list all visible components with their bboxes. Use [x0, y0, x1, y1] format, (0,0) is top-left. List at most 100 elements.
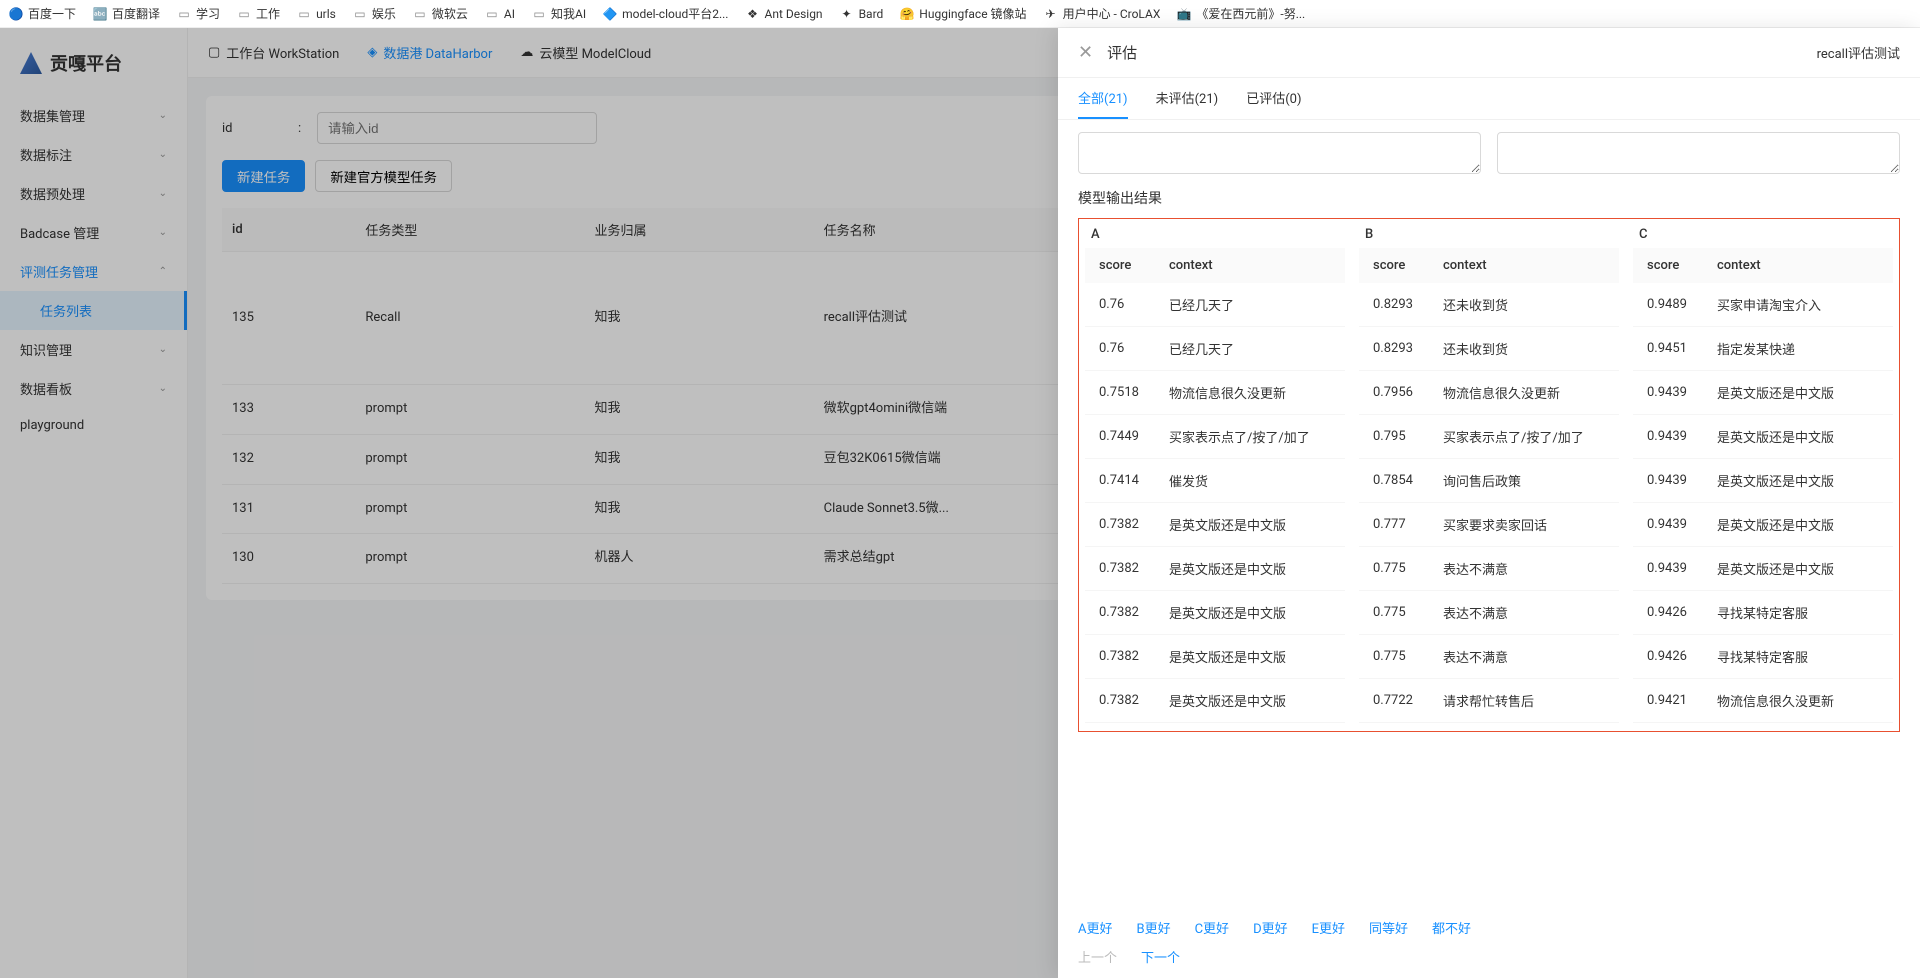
bookmark-item[interactable]: ▭知我AI	[531, 5, 586, 22]
result-row: 0.7382是英文版还是中文版	[1085, 635, 1345, 679]
th-context: context	[1429, 248, 1619, 283]
result-table: scorecontext0.76已经几天了0.76已经几天了0.7518物流信息…	[1085, 248, 1345, 723]
context-cell: 已经几天了	[1155, 327, 1345, 371]
bookmark-label: urls	[316, 7, 336, 21]
score-cell: 0.9439	[1633, 459, 1703, 503]
th-score: score	[1085, 248, 1155, 283]
bookmark-icon: 🔵	[8, 6, 24, 22]
app-container: 贡嘎平台 数据集管理⌄数据标注⌄数据预处理⌄Badcase 管理⌄评测任务管理⌃…	[0, 28, 1920, 978]
result-row: 0.9439是英文版还是中文版	[1633, 371, 1893, 415]
column-label: A	[1085, 227, 1345, 242]
context-cell: 买家表示点了/按了/加了	[1155, 415, 1345, 459]
score-cell: 0.777	[1359, 503, 1429, 547]
score-cell: 0.795	[1359, 415, 1429, 459]
next-button[interactable]: 下一个	[1141, 947, 1180, 966]
drawer-title: 评估	[1107, 42, 1137, 63]
bookmark-item[interactable]: ▭娱乐	[352, 5, 396, 22]
context-cell: 是英文版还是中文版	[1155, 679, 1345, 723]
results-wrap: Ascorecontext0.76已经几天了0.76已经几天了0.7518物流信…	[1078, 218, 1900, 732]
context-cell: 表达不满意	[1429, 635, 1619, 679]
choice-button[interactable]: C更好	[1195, 918, 1229, 937]
bookmark-item[interactable]: 🔷model-cloud平台2...	[602, 5, 728, 22]
bookmark-item[interactable]: 🔵百度一下	[8, 5, 76, 22]
textarea-right[interactable]	[1497, 132, 1900, 174]
context-cell: 是英文版还是中文版	[1155, 503, 1345, 547]
column-label: B	[1359, 227, 1619, 242]
bookmark-item[interactable]: 🤗Huggingface 镜像站	[899, 5, 1026, 22]
drawer-body: 模型输出结果 Ascorecontext0.76已经几天了0.76已经几天了0.…	[1058, 120, 1920, 906]
result-column: Bscorecontext0.8293还未收到货0.8293还未收到货0.795…	[1359, 227, 1619, 723]
bookmark-label: 《爱在西元前》-努...	[1196, 5, 1305, 22]
context-cell: 寻找某特定客服	[1703, 635, 1893, 679]
context-cell: 表达不满意	[1429, 547, 1619, 591]
result-row: 0.7414催发货	[1085, 459, 1345, 503]
textareas	[1078, 132, 1900, 174]
bookmark-item[interactable]: ✦Bard	[839, 6, 884, 22]
result-row: 0.7854询问售后政策	[1359, 459, 1619, 503]
score-cell: 0.7382	[1085, 547, 1155, 591]
drawer-header: ✕ 评估 recall评估测试	[1058, 28, 1920, 78]
result-row: 0.775表达不满意	[1359, 591, 1619, 635]
score-cell: 0.9489	[1633, 283, 1703, 327]
context-cell: 寻找某特定客服	[1703, 591, 1893, 635]
bookmark-label: 工作	[256, 5, 280, 22]
bookmarks-bar: 🔵百度一下 🔤百度翻译 ▭学习 ▭工作 ▭urls ▭娱乐 ▭微软云 ▭AI ▭知我AI 🔷mod…	[0, 0, 1920, 28]
bookmark-icon: ✦	[839, 6, 855, 22]
bookmark-item[interactable]: ❖Ant Design	[744, 6, 822, 22]
drawer-footer: A更好 B更好 C更好 D更好 E更好 同等好 都不好 上一个 下一个	[1058, 906, 1920, 978]
choice-button[interactable]: B更好	[1136, 918, 1170, 937]
bookmark-label: model-cloud平台2...	[622, 5, 728, 22]
bookmark-item[interactable]: ▭学习	[176, 5, 220, 22]
bookmark-item[interactable]: ▭工作	[236, 5, 280, 22]
score-cell: 0.775	[1359, 591, 1429, 635]
result-row: 0.7382是英文版还是中文版	[1085, 591, 1345, 635]
result-row: 0.9439是英文版还是中文版	[1633, 503, 1893, 547]
bookmark-icon: 🤗	[899, 6, 915, 22]
choice-button[interactable]: A更好	[1078, 918, 1112, 937]
bookmark-icon: 📺	[1176, 6, 1192, 22]
bookmark-icon: ❖	[744, 6, 760, 22]
score-cell: 0.9439	[1633, 547, 1703, 591]
score-cell: 0.8293	[1359, 327, 1429, 371]
context-cell: 是英文版还是中文版	[1703, 503, 1893, 547]
bookmark-item[interactable]: ▭urls	[296, 6, 336, 22]
choice-button[interactable]: 都不好	[1432, 918, 1471, 937]
result-row: 0.7382是英文版还是中文版	[1085, 547, 1345, 591]
result-row: 0.9439是英文版还是中文版	[1633, 459, 1893, 503]
close-icon[interactable]: ✕	[1078, 42, 1093, 63]
drawer-tabs: 全部(21) 未评估(21) 已评估(0)	[1058, 78, 1920, 120]
result-row: 0.775表达不满意	[1359, 635, 1619, 679]
context-cell: 是英文版还是中文版	[1703, 371, 1893, 415]
result-row: 0.7382是英文版还是中文版	[1085, 503, 1345, 547]
drawer-tab[interactable]: 未评估(21)	[1156, 78, 1219, 119]
result-row: 0.9426寻找某特定客服	[1633, 635, 1893, 679]
drawer-tab[interactable]: 已评估(0)	[1246, 78, 1301, 119]
bookmark-item[interactable]: 🔤百度翻译	[92, 5, 160, 22]
bookmark-item[interactable]: 📺《爱在西元前》-努...	[1176, 5, 1305, 22]
context-cell: 是英文版还是中文版	[1703, 415, 1893, 459]
prev-button[interactable]: 上一个	[1078, 947, 1117, 966]
bookmark-item[interactable]: ▭微软云	[412, 5, 468, 22]
drawer-tab[interactable]: 全部(21)	[1078, 78, 1128, 119]
bookmark-label: 娱乐	[372, 5, 396, 22]
result-row: 0.9426寻找某特定客服	[1633, 591, 1893, 635]
result-row: 0.7956物流信息很久没更新	[1359, 371, 1619, 415]
bookmark-item[interactable]: ✈用户中心 - CroLAX	[1043, 5, 1161, 22]
choice-button[interactable]: 同等好	[1369, 918, 1408, 937]
bookmark-label: 百度一下	[28, 5, 76, 22]
result-row: 0.76已经几天了	[1085, 283, 1345, 327]
result-row: 0.8293还未收到货	[1359, 327, 1619, 371]
result-row: 0.795买家表示点了/按了/加了	[1359, 415, 1619, 459]
choice-button[interactable]: D更好	[1253, 918, 1288, 937]
bookmark-item[interactable]: ▭AI	[484, 6, 515, 22]
th-score: score	[1633, 248, 1703, 283]
bookmark-icon: ✈	[1043, 6, 1059, 22]
context-cell: 催发货	[1155, 459, 1345, 503]
th-score: score	[1359, 248, 1429, 283]
choice-button[interactable]: E更好	[1312, 918, 1345, 937]
result-table: scorecontext0.8293还未收到货0.8293还未收到货0.7956…	[1359, 248, 1619, 723]
textarea-left[interactable]	[1078, 132, 1481, 174]
score-cell: 0.9439	[1633, 503, 1703, 547]
result-row: 0.775表达不满意	[1359, 547, 1619, 591]
result-row: 0.7449买家表示点了/按了/加了	[1085, 415, 1345, 459]
